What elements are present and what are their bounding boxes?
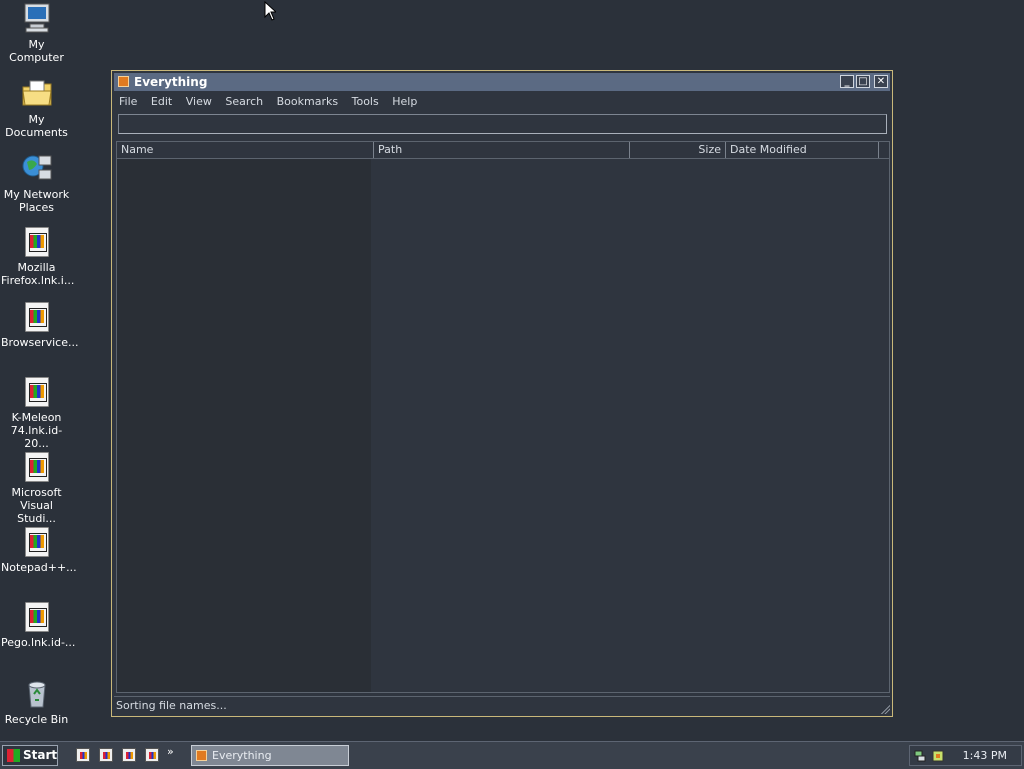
desktop-icon-label: Firefox.lnk.i... [1, 274, 75, 287]
desktop-icon-label: Pego.lnk.id-... [1, 636, 76, 649]
menu-bookmarks[interactable]: Bookmarks [272, 93, 343, 111]
minimize-button[interactable]: _ [840, 75, 854, 88]
desktop-icon-label: My Computer [9, 38, 64, 64]
system-tray: 1:43 PM [909, 745, 1022, 766]
column-size[interactable]: Size [630, 142, 726, 158]
window-titlebar[interactable]: Everything _ □ ✕ [114, 73, 890, 91]
menu-bar: File Edit View Search Bookmarks Tools He… [114, 93, 890, 111]
folder-icon [21, 77, 53, 109]
search-input[interactable] [118, 114, 887, 134]
start-button[interactable]: Start [2, 745, 58, 766]
desktop-icon-my-documents[interactable]: My Documents [0, 77, 73, 139]
column-header: Name Path Size Date Modified [117, 142, 889, 159]
desktop-icon-label: Visual Studi... [17, 499, 56, 525]
quick-launch-overflow-icon[interactable]: » [167, 745, 174, 758]
network-tray-icon[interactable] [914, 750, 926, 762]
start-label: Start [23, 748, 58, 762]
desktop-icon-label: My Documents [5, 113, 68, 139]
desktop-icon-browservice[interactable]: Browservice... [0, 302, 79, 349]
desktop-icon-my-network-places[interactable]: My Network Places [0, 152, 73, 214]
desktop-icon-my-computer[interactable]: My Computer [0, 2, 73, 64]
quick-launch-icon[interactable] [76, 748, 90, 762]
desktop-icon-label: Places [19, 201, 54, 214]
everything-app-icon [118, 76, 129, 87]
desktop-icon-label: Microsoft [11, 486, 62, 499]
menu-edit[interactable]: Edit [146, 93, 177, 111]
desktop-icon-k-meleon[interactable]: K-Meleon 74.lnk.id-20... [0, 377, 73, 450]
network-icon [21, 152, 53, 184]
column-name[interactable]: Name [117, 142, 374, 158]
status-bar: Sorting file names... [114, 696, 890, 715]
desktop-icon-label: Browservice... [1, 336, 79, 349]
desktop-icon-notepad-plus-plus[interactable]: Notepad++... [0, 527, 77, 574]
menu-help[interactable]: Help [387, 93, 422, 111]
desktop-icon-label: Notepad++... [1, 561, 77, 574]
desktop-icon-label: My Network [3, 188, 70, 201]
everything-window: Everything _ □ ✕ File Edit View Search B… [111, 70, 893, 717]
menu-search[interactable]: Search [220, 93, 268, 111]
computer-icon [21, 2, 53, 34]
desktop-icon-mozilla-firefox[interactable]: Mozilla Firefox.lnk.i... [0, 227, 75, 287]
taskbar-button-label: Everything [212, 749, 272, 762]
results-list[interactable]: Name Path Size Date Modified [116, 141, 890, 693]
desktop-icon-label: Mozilla [17, 261, 56, 274]
menu-tools[interactable]: Tools [347, 93, 384, 111]
quick-launch-icon[interactable] [145, 748, 159, 762]
maximize-button[interactable]: □ [856, 75, 870, 88]
shortcut-file-icon [24, 302, 49, 332]
desktop-icon-microsoft-visual-studio[interactable]: Microsoft Visual Studi... [0, 452, 73, 525]
shortcut-file-icon [24, 452, 49, 482]
desktop-icon-label: 74.lnk.id-20... [10, 424, 63, 450]
shortcut-file-icon [24, 527, 49, 557]
menu-view[interactable]: View [181, 93, 217, 111]
menu-file[interactable]: File [114, 93, 142, 111]
clock[interactable]: 1:43 PM [963, 746, 1007, 765]
resize-grip-icon[interactable] [880, 704, 890, 714]
everything-tray-icon[interactable] [932, 750, 944, 762]
window-title: Everything [134, 75, 208, 89]
quick-launch-icon[interactable] [99, 748, 113, 762]
recycle-bin-icon [21, 677, 53, 709]
windows-logo-icon [7, 749, 20, 762]
desktop-icon-recycle-bin[interactable]: Recycle Bin [0, 677, 73, 726]
status-text: Sorting file names... [116, 699, 227, 712]
shortcut-file-icon [24, 227, 49, 257]
close-button[interactable]: ✕ [874, 75, 888, 88]
quick-launch-icon[interactable] [122, 748, 136, 762]
desktop-icon-label: Recycle Bin [4, 713, 69, 726]
column-date-modified[interactable]: Date Modified [726, 142, 879, 158]
desktop-icon-label: K-Meleon [11, 411, 62, 424]
taskbar: Start » Everything 1:43 PM [0, 741, 1024, 769]
shortcut-file-icon [24, 602, 49, 632]
name-column-area [117, 159, 371, 692]
desktop-icon-pego[interactable]: Pego.lnk.id-... [0, 602, 76, 649]
column-path[interactable]: Path [374, 142, 630, 158]
shortcut-file-icon [24, 377, 49, 407]
everything-app-icon [196, 750, 207, 761]
taskbar-button-everything[interactable]: Everything [191, 745, 349, 766]
